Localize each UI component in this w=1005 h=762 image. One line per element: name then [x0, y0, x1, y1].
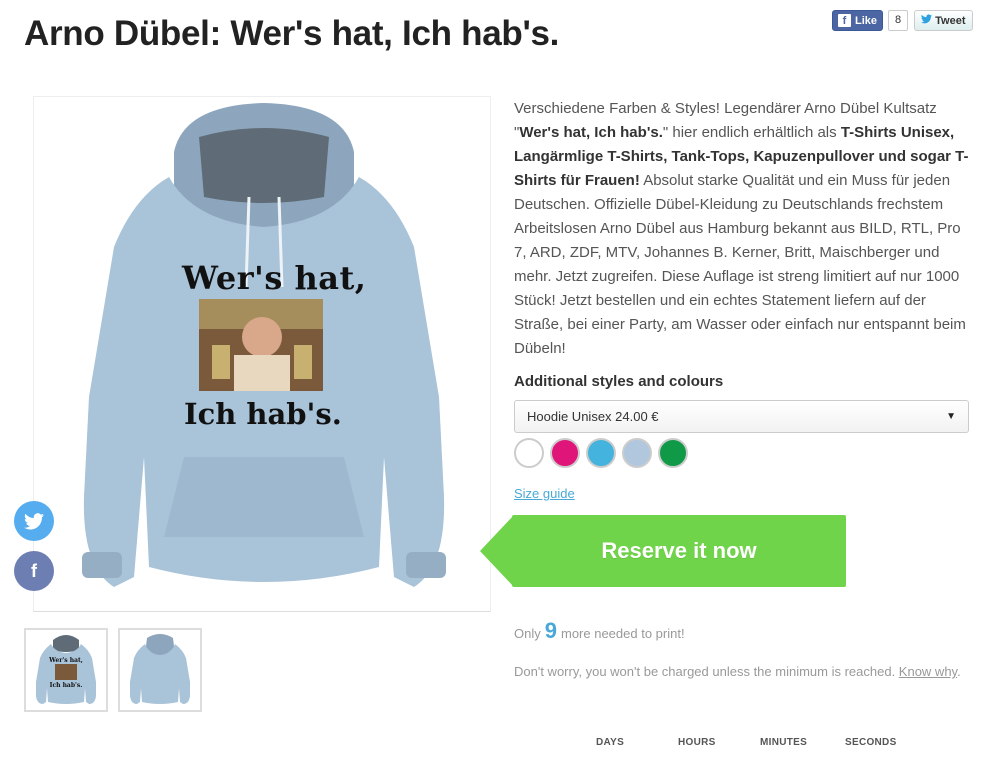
charge-notice: Don't worry, you won't be charged unless… [514, 661, 969, 682]
countdown-hours-label: HOURS [678, 737, 716, 748]
twitter-icon [24, 512, 44, 529]
product-description: Verschiedene Farben & Styles! Legendärer… [514, 97, 974, 361]
color-swatches [514, 438, 688, 468]
print-text-line2: Ich hab's. [184, 397, 342, 431]
countdown-minutes-label: MINUTES [760, 737, 808, 748]
color-swatch-pink[interactable] [550, 438, 580, 468]
countdown-seconds-label: SECONDS [845, 737, 897, 748]
facebook-icon: f [838, 14, 851, 27]
description-text: Absolut starke Qualität und ein Muss für… [514, 172, 966, 357]
hoodie-front-thumbnail-image: Wer's hat, Ich hab's. [36, 635, 96, 704]
page-title: Arno Dübel: Wer's hat, Ich hab's. [24, 14, 560, 53]
facebook-like-button[interactable]: f Like [832, 10, 884, 31]
tweet-button[interactable]: Tweet [914, 10, 973, 31]
notice-text: Don't worry, you won't be charged unless… [514, 664, 899, 679]
description-quote: Wer's hat, Ich hab's. [519, 124, 663, 141]
facebook-icon: f [31, 560, 37, 581]
like-label: Like [855, 14, 878, 27]
tweet-label: Tweet [935, 14, 966, 27]
style-select[interactable]: Hoodie Unisex 24.00 € ▼ [514, 400, 969, 433]
reserve-button-wrapper: Reserve it now [480, 515, 846, 587]
facebook-share-button[interactable]: f [14, 551, 54, 591]
color-swatch-green[interactable] [658, 438, 688, 468]
size-guide-link[interactable]: Size guide [514, 486, 575, 501]
styles-label: Additional styles and colours [514, 373, 724, 390]
arrow-point-shape [480, 515, 514, 587]
print-text-line1: Wer's hat, [182, 259, 367, 297]
svg-text:Ich hab's.: Ich hab's. [50, 682, 83, 689]
color-swatch-blue[interactable] [586, 438, 616, 468]
style-select-value: Hoodie Unisex 24.00 € [527, 409, 659, 424]
progress-count: 9 [544, 618, 557, 643]
countdown-days-label: DAYS [596, 737, 625, 748]
twitter-share-button[interactable] [14, 501, 54, 541]
notice-end: . [957, 664, 961, 679]
product-main-image: Wer's hat, Ich hab's. [33, 96, 491, 612]
print-progress: Only 9 more needed to print! [514, 618, 685, 644]
hoodie-front-illustration [82, 103, 446, 587]
dropdown-arrow-icon: ▼ [946, 411, 956, 422]
twitter-bird-icon [921, 14, 933, 27]
hoodie-back-thumbnail-image [130, 634, 190, 704]
progress-suffix: more needed to print! [560, 626, 685, 641]
know-why-link[interactable]: Know why [899, 664, 957, 679]
like-count: 8 [888, 10, 909, 31]
color-swatch-white[interactable] [514, 438, 544, 468]
reserve-button[interactable]: Reserve it now [512, 515, 846, 587]
description-text: " hier endlich erhältlich als [662, 124, 841, 141]
svg-text:Wer's hat,: Wer's hat, [48, 657, 83, 664]
progress-prefix: Only [514, 626, 541, 641]
color-swatch-light-blue[interactable] [622, 438, 652, 468]
social-share-bar: f Like 8 Tweet [832, 10, 973, 31]
thumbnail-front[interactable]: Wer's hat, Ich hab's. [24, 628, 108, 712]
thumbnail-back[interactable] [118, 628, 202, 712]
